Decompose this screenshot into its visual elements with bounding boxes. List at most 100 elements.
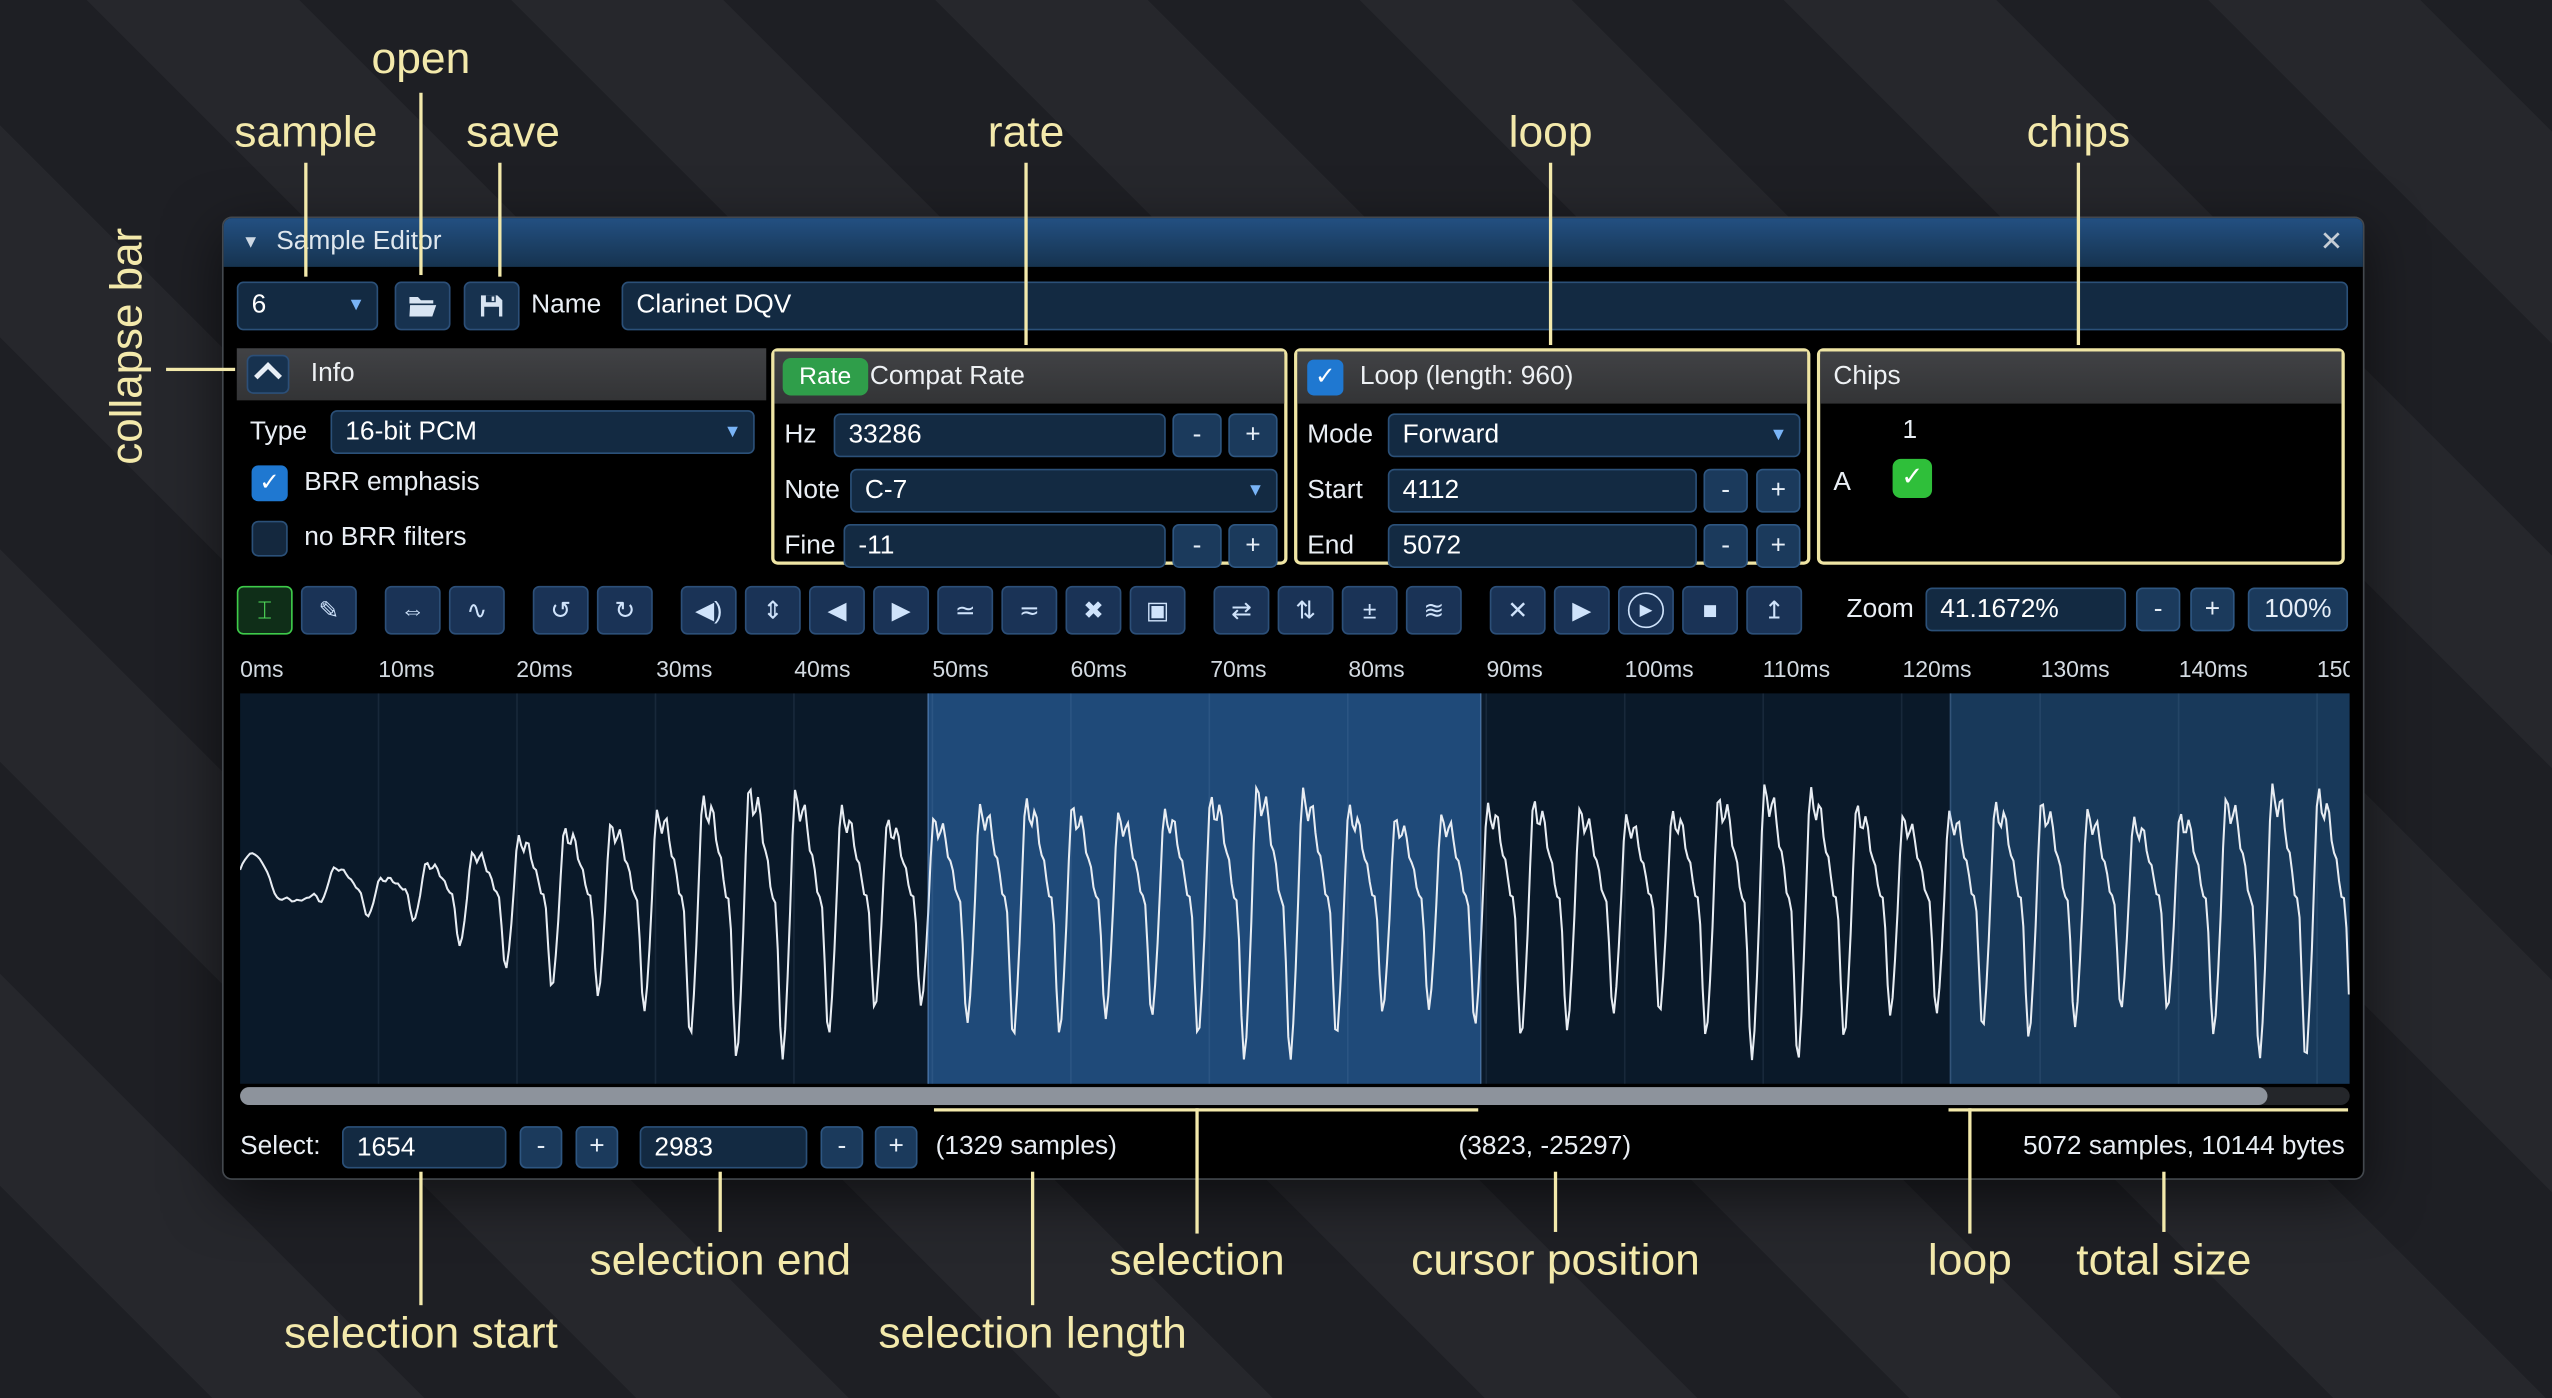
delete-button[interactable]: ✖ bbox=[1066, 586, 1122, 635]
hz-minus-button[interactable]: - bbox=[1172, 413, 1221, 457]
upload-icon: ↥ bbox=[1764, 596, 1785, 625]
no-brr-filters-checkbox[interactable] bbox=[252, 521, 288, 557]
scrollbar-thumb[interactable] bbox=[240, 1087, 2267, 1105]
fade-in-button[interactable]: ◀ bbox=[809, 586, 865, 635]
invert-button[interactable]: ⇅ bbox=[1278, 586, 1334, 635]
zoom-out-button[interactable]: - bbox=[2136, 587, 2180, 631]
preview-selection-button[interactable]: ▶ bbox=[1618, 586, 1674, 635]
delete-icon: ✖ bbox=[1083, 596, 1104, 625]
fine-plus-button[interactable]: + bbox=[1228, 524, 1277, 568]
annotation-collapse-bar: collapse bar bbox=[102, 228, 153, 465]
crossfade-button[interactable]: ✕ bbox=[1490, 586, 1546, 635]
edit-mode-draw-button[interactable]: ✎ bbox=[301, 586, 357, 635]
hz-input[interactable]: 33286 bbox=[834, 413, 1166, 457]
crop-icon: ▣ bbox=[1146, 596, 1169, 625]
hz-plus-button[interactable]: + bbox=[1228, 413, 1277, 457]
loop-start-plus-button[interactable]: + bbox=[1756, 469, 1800, 513]
save-button[interactable] bbox=[464, 282, 520, 331]
timeline-label: 30ms bbox=[656, 656, 712, 682]
loop-start-minus-button[interactable]: - bbox=[1703, 469, 1747, 513]
insert-silence-button[interactable]: ≃ bbox=[937, 586, 993, 635]
annotation-selection-start: selection start bbox=[284, 1308, 558, 1358]
play-circle-icon: ▶ bbox=[1628, 592, 1664, 628]
play-icon: ▶ bbox=[1572, 596, 1591, 625]
redo-button[interactable]: ↻ bbox=[597, 586, 653, 635]
hz-label: Hz bbox=[784, 421, 816, 450]
selection-end-plus-button[interactable]: + bbox=[875, 1126, 918, 1168]
resize-button[interactable]: ⇔ bbox=[385, 586, 441, 635]
annotation-line-total-size bbox=[2162, 1172, 2165, 1232]
resample-button[interactable]: ∿ bbox=[449, 586, 505, 635]
close-icon[interactable]: ✕ bbox=[2320, 218, 2343, 267]
selection-end-input[interactable]: 2983 bbox=[640, 1126, 808, 1168]
apply-silence-button[interactable]: ≂ bbox=[1001, 586, 1057, 635]
reverse-button[interactable]: ⇄ bbox=[1213, 586, 1269, 635]
window-titlebar[interactable]: ▼ Sample Editor ✕ bbox=[224, 218, 2363, 267]
brr-emphasis-checkbox[interactable]: ✓ bbox=[252, 465, 288, 501]
fine-input[interactable]: -11 bbox=[844, 524, 1166, 568]
timeline-label: 140ms bbox=[2179, 656, 2248, 682]
loop-end-minus-button[interactable]: - bbox=[1703, 524, 1747, 568]
loop-checkbox[interactable]: ✓ bbox=[1307, 360, 1343, 396]
note-select[interactable]: C-7 ▼ bbox=[850, 469, 1278, 513]
annotation-line-selection-start bbox=[419, 1172, 422, 1305]
loop-end-input[interactable]: 5072 bbox=[1388, 524, 1697, 568]
zoom-in-button[interactable]: + bbox=[2190, 587, 2234, 631]
normalize-icon: ⇕ bbox=[762, 596, 783, 625]
trim-button[interactable]: ▣ bbox=[1130, 586, 1186, 635]
name-input[interactable]: Clarinet DQV bbox=[622, 282, 2349, 331]
timeline-label: 60ms bbox=[1070, 656, 1126, 682]
rate-badge[interactable]: Rate bbox=[783, 358, 868, 395]
undo-icon: ↺ bbox=[550, 596, 571, 625]
zoom-reset-button[interactable]: 100% bbox=[2248, 587, 2348, 631]
stop-preview-button[interactable]: ■ bbox=[1682, 586, 1738, 635]
cross-icon: ✕ bbox=[1507, 596, 1528, 625]
signed-unsigned-button[interactable]: ± bbox=[1342, 586, 1398, 635]
folder-icon bbox=[408, 294, 438, 318]
annotation-line-cursor-position bbox=[1554, 1172, 1557, 1232]
open-button[interactable] bbox=[395, 282, 451, 331]
loop-end-plus-button[interactable]: + bbox=[1756, 524, 1800, 568]
timeline-label: 120ms bbox=[1902, 656, 1971, 682]
fade-out-button[interactable]: ▶ bbox=[873, 586, 929, 635]
waveform-display[interactable] bbox=[240, 693, 2350, 1084]
amplify-button[interactable]: ◀) bbox=[681, 586, 737, 635]
selection-end-minus-button[interactable]: - bbox=[821, 1126, 864, 1168]
apply-filter-button[interactable]: ≋ bbox=[1406, 586, 1462, 635]
fine-minus-button[interactable]: - bbox=[1172, 524, 1221, 568]
chevron-down-icon: ▼ bbox=[1769, 415, 1787, 456]
preview-button[interactable]: ▶ bbox=[1554, 586, 1610, 635]
timeline-label: 80ms bbox=[1348, 656, 1404, 682]
edit-mode-select-button[interactable]: ⌶ bbox=[237, 586, 293, 635]
zoom-input[interactable]: 41.1672% bbox=[1925, 587, 2126, 631]
selection-start-input[interactable]: 1654 bbox=[342, 1126, 506, 1168]
resample-icon: ∿ bbox=[466, 596, 487, 625]
loop-panel-header: ✓ Loop (length: 960) bbox=[1297, 352, 1807, 404]
window-title: Sample Editor bbox=[276, 218, 441, 267]
sign-icon: ± bbox=[1363, 596, 1377, 624]
normalize-button[interactable]: ⇕ bbox=[745, 586, 801, 635]
selection-start-plus-button[interactable]: + bbox=[576, 1126, 619, 1168]
create-wavetable-button[interactable]: ↥ bbox=[1746, 586, 1802, 635]
sample-selector[interactable]: 6 ▼ bbox=[237, 282, 378, 331]
speaker-icon: ◀) bbox=[695, 596, 722, 625]
selection-length-text: (1329 samples) bbox=[936, 1121, 1117, 1173]
info-panel-header: Info bbox=[237, 348, 766, 400]
loop-start-input[interactable]: 4112 bbox=[1388, 469, 1697, 513]
type-select[interactable]: 16-bit PCM ▼ bbox=[331, 410, 755, 454]
brr-emphasis-label: BRR emphasis bbox=[304, 469, 479, 498]
chip-enable-checkbox[interactable]: ✓ bbox=[1893, 459, 1932, 498]
selection-start-minus-button[interactable]: - bbox=[520, 1126, 563, 1168]
chips-panel-title: Chips bbox=[1833, 352, 1900, 404]
window-collapse-icon[interactable]: ▼ bbox=[242, 218, 260, 267]
undo-button[interactable]: ↺ bbox=[533, 586, 589, 635]
annotation-selection-length: selection length bbox=[878, 1308, 1187, 1358]
timeline-label: 90ms bbox=[1486, 656, 1542, 682]
annotation-line-selection-length bbox=[1031, 1172, 1034, 1305]
annotation-sample: sample bbox=[234, 107, 377, 157]
waveform-scrollbar[interactable] bbox=[240, 1087, 2350, 1105]
fade-in-icon: ◀ bbox=[827, 596, 846, 625]
collapse-bar-button[interactable] bbox=[247, 355, 290, 394]
timeline-label: 100ms bbox=[1625, 656, 1694, 682]
loop-mode-select[interactable]: Forward ▼ bbox=[1388, 413, 1801, 457]
